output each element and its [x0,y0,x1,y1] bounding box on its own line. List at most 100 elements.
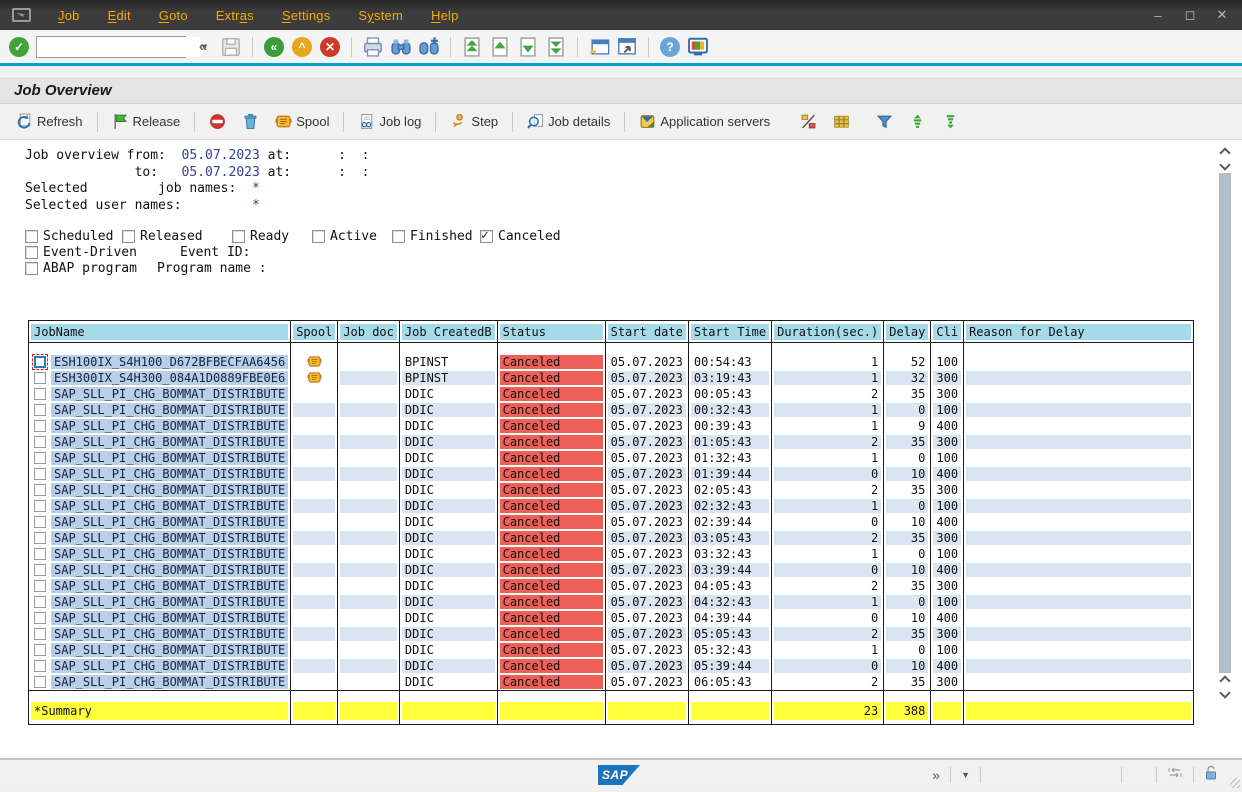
cell-jobname[interactable]: SAP_SLL_PI_CHG_BOMMAT_DISTRIBUTE [29,562,291,578]
row-select-checkbox[interactable] [34,356,46,368]
cell-jobname[interactable]: SAP_SLL_PI_CHG_BOMMAT_DISTRIBUTE [29,450,291,466]
customize-local-layout-icon[interactable] [687,36,709,58]
system-menu-icon[interactable] [12,7,34,23]
menu-job[interactable]: Job [44,4,94,27]
minimize-button[interactable]: – [1144,5,1172,25]
job-log-button[interactable]: Job log [352,110,427,133]
cell-jobname[interactable]: SAP_SLL_PI_CHG_BOMMAT_DISTRIBUTE [29,530,291,546]
row-select-checkbox[interactable] [34,516,46,528]
command-input[interactable] [37,37,200,57]
find-icon[interactable] [390,36,412,58]
scroll-down-icon[interactable] [1219,159,1230,170]
status-overflow-icon[interactable]: » [932,767,940,783]
cell-jobname[interactable]: SAP_SLL_PI_CHG_BOMMAT_DISTRIBUTE [29,418,291,434]
row-select-checkbox[interactable] [34,420,46,432]
row-select-checkbox[interactable] [34,596,46,608]
menu-system[interactable]: System [344,4,417,27]
resize-grip[interactable] [1230,778,1240,788]
save-icon[interactable] [220,36,242,58]
cell-spool[interactable] [291,370,338,386]
delete-button[interactable] [236,110,265,133]
row-select-checkbox[interactable] [34,468,46,480]
row-select-checkbox[interactable] [34,676,46,688]
cell-jobname[interactable]: SAP_SLL_PI_CHG_BOMMAT_DISTRIBUTE [29,642,291,658]
print-icon[interactable] [362,36,384,58]
scrollbar-thumb[interactable] [1219,173,1231,673]
enter-check-icon[interactable]: ✓ [8,36,30,58]
job-name-pattern[interactable]: * [252,181,260,196]
application-servers-button[interactable]: Application servers [633,110,776,133]
job-details-button[interactable]: Job details [521,110,616,133]
cell-jobname[interactable]: SAP_SLL_PI_CHG_BOMMAT_DISTRIBUTE [29,546,291,562]
active-checkbox[interactable] [312,230,325,243]
first-page-icon[interactable] [461,36,483,58]
close-button[interactable]: ✕ [1208,5,1236,25]
row-select-checkbox[interactable] [34,612,46,624]
row-select-checkbox[interactable] [34,388,46,400]
collapse-icon[interactable]: « [192,36,214,58]
row-select-checkbox[interactable] [34,404,46,416]
cell-jobname[interactable]: SAP_SLL_PI_CHG_BOMMAT_DISTRIBUTE [29,514,291,530]
event-driven-checkbox[interactable] [25,246,38,259]
row-select-checkbox[interactable] [34,500,46,512]
to-date-value[interactable]: 05.07.2023 [182,165,260,180]
abap-program-checkbox[interactable] [25,262,38,275]
cell-jobname[interactable]: ESH100IX_S4H100_D672BFBECFAA6456 [29,354,291,370]
finished-checkbox[interactable] [392,230,405,243]
back-icon[interactable]: « [263,36,285,58]
menu-edit[interactable]: Edit [94,4,145,27]
page-up-icon[interactable] [489,36,511,58]
last-page-icon[interactable] [545,36,567,58]
cell-jobname[interactable]: SAP_SLL_PI_CHG_BOMMAT_DISTRIBUTE [29,434,291,450]
cell-spool[interactable] [291,354,338,370]
help-icon[interactable]: ? [659,36,681,58]
cell-jobname[interactable]: SAP_SLL_PI_CHG_BOMMAT_DISTRIBUTE [29,658,291,674]
release-button[interactable]: Release [106,110,187,133]
user-name-pattern[interactable]: * [252,198,260,213]
cell-jobname[interactable]: SAP_SLL_PI_CHG_BOMMAT_DISTRIBUTE [29,610,291,626]
cell-jobname[interactable]: SAP_SLL_PI_CHG_BOMMAT_DISTRIBUTE [29,626,291,642]
menu-extras[interactable]: Extras [202,4,268,27]
scroll-up-icon[interactable] [1219,147,1230,158]
step-button[interactable]: Step [444,110,504,133]
row-select-checkbox[interactable] [34,564,46,576]
status-list-chevron-icon[interactable]: ▼ [961,770,970,780]
cancel-icon[interactable]: ✕ [319,36,341,58]
row-select-checkbox[interactable] [34,436,46,448]
cell-jobname[interactable]: SAP_SLL_PI_CHG_BOMMAT_DISTRIBUTE [29,402,291,418]
menu-settings[interactable]: Settings [268,4,345,27]
exit-icon[interactable]: ^ [291,36,313,58]
command-field[interactable]: ▼ [36,36,186,58]
sort-ascending-button[interactable] [903,110,932,133]
menu-goto[interactable]: Goto [145,4,202,27]
row-select-checkbox[interactable] [34,644,46,656]
released-checkbox[interactable] [122,230,135,243]
refresh-button[interactable]: Refresh [10,110,89,133]
cell-jobname[interactable]: SAP_SLL_PI_CHG_BOMMAT_DISTRIBUTE [29,466,291,482]
alv-grid-button[interactable] [827,110,856,133]
spool-button[interactable]: Spool [269,110,335,133]
ready-checkbox[interactable] [232,230,245,243]
create-shortcut-icon[interactable] [616,36,638,58]
from-date-value[interactable]: 05.07.2023 [182,148,260,163]
maximize-button[interactable]: ◻ [1176,5,1204,25]
vertical-scrollbar[interactable] [1218,145,1232,753]
scheduled-checkbox[interactable] [25,230,38,243]
menu-help[interactable]: Help [417,4,473,27]
cell-jobname[interactable]: SAP_SLL_PI_CHG_BOMMAT_DISTRIBUTE [29,386,291,402]
row-select-checkbox[interactable] [34,628,46,640]
row-select-checkbox[interactable] [34,484,46,496]
page-down-icon[interactable] [517,36,539,58]
scroll-down-icon[interactable] [1219,687,1230,698]
cell-jobname[interactable]: ESH300IX_S4H300_084A1D0889FBE0E6 [29,370,291,386]
cell-jobname[interactable]: SAP_SLL_PI_CHG_BOMMAT_DISTRIBUTE [29,498,291,514]
stop-button[interactable] [203,110,232,133]
cell-jobname[interactable]: SAP_SLL_PI_CHG_BOMMAT_DISTRIBUTE [29,674,291,691]
sort-descending-button[interactable] [936,110,965,133]
row-select-checkbox[interactable] [34,372,46,384]
row-select-checkbox[interactable] [34,452,46,464]
cell-jobname[interactable]: SAP_SLL_PI_CHG_BOMMAT_DISTRIBUTE [29,482,291,498]
cell-jobname[interactable]: SAP_SLL_PI_CHG_BOMMAT_DISTRIBUTE [29,594,291,610]
cell-jobname[interactable]: SAP_SLL_PI_CHG_BOMMAT_DISTRIBUTE [29,578,291,594]
new-session-icon[interactable] [588,36,610,58]
